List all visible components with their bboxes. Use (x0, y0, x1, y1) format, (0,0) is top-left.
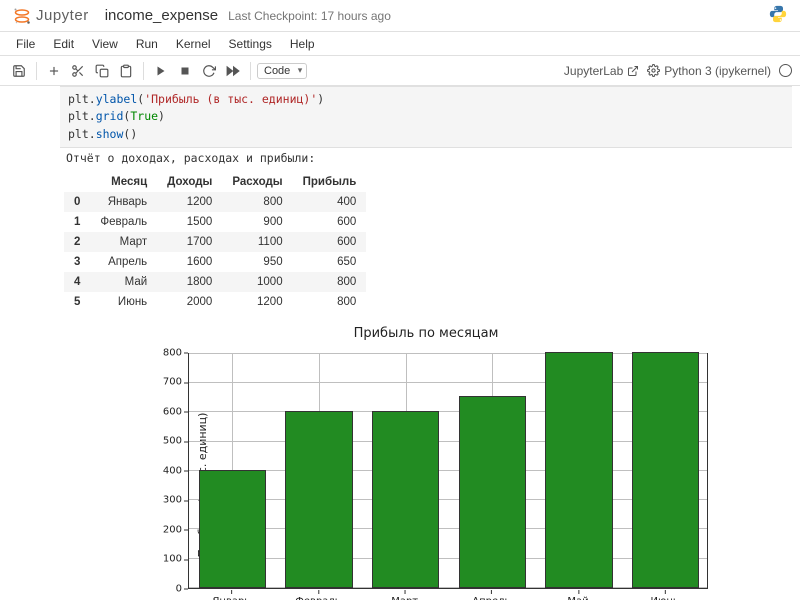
bar (459, 396, 527, 588)
table-header: Доходы (157, 172, 222, 192)
bar (285, 411, 353, 588)
bar (199, 470, 267, 588)
kernel-status-icon[interactable] (779, 64, 792, 77)
bar (545, 352, 613, 588)
copy-icon[interactable] (91, 60, 113, 82)
chart-output: Прибыль по месяцам Прибыль (в тыс. едини… (60, 322, 792, 600)
menu-run[interactable]: Run (128, 35, 166, 53)
run-icon[interactable] (150, 60, 172, 82)
y-tick: 600 (126, 406, 182, 417)
menu-view[interactable]: View (84, 35, 126, 53)
output-stdout: Отчёт о доходах, расходах и прибыли: (60, 148, 792, 168)
table-header: Прибыль (293, 172, 367, 192)
restart-icon[interactable] (198, 60, 220, 82)
bar-chart: Прибыль (в тыс. единиц) Месяц 0100200300… (126, 345, 726, 600)
external-link-icon (627, 65, 639, 77)
header: Jupyter income_expense Last Checkpoint: … (0, 0, 800, 32)
menu-kernel[interactable]: Kernel (168, 35, 219, 53)
x-tick: Январь (212, 596, 250, 600)
table-row: 0Январь1200800400 (64, 192, 366, 212)
python-icon (768, 4, 788, 24)
menu-settings[interactable]: Settings (221, 35, 280, 53)
table-header (64, 172, 90, 192)
gear-icon (647, 64, 660, 77)
x-tick: Март (391, 596, 418, 600)
menu-edit[interactable]: Edit (45, 35, 82, 53)
menu-file[interactable]: File (8, 35, 43, 53)
cut-icon[interactable] (67, 60, 89, 82)
checkpoint-text: Last Checkpoint: 17 hours ago (228, 9, 391, 23)
kernel-name: Python 3 (ipykernel) (664, 64, 771, 78)
table-header: Месяц (90, 172, 157, 192)
y-tick: 400 (126, 465, 182, 476)
code-cell[interactable]: plt.ylabel('Прибыль (в тыс. единиц)') pl… (60, 86, 792, 148)
jupyter-logo[interactable]: Jupyter (12, 6, 89, 26)
y-tick: 800 (126, 347, 182, 358)
y-tick: 200 (126, 524, 182, 535)
table-header: Расходы (222, 172, 292, 192)
table-row: 1Февраль1500900600 (64, 212, 366, 232)
y-tick: 0 (126, 583, 182, 594)
notebook-content[interactable]: plt.ylabel('Прибыль (в тыс. единиц)') pl… (0, 86, 800, 600)
add-cell-icon[interactable] (43, 60, 65, 82)
y-tick: 100 (126, 554, 182, 565)
y-tick: 700 (126, 377, 182, 388)
cell-type-select[interactable]: Code (257, 63, 307, 79)
logo-text: Jupyter (36, 7, 89, 24)
x-tick: Апрель (472, 596, 510, 600)
x-tick: Июнь (650, 596, 678, 600)
paste-icon[interactable] (115, 60, 137, 82)
x-tick: Февраль (295, 596, 340, 600)
open-jupyterlab-link[interactable]: JupyterLab (564, 64, 639, 78)
menubar: File Edit View Run Kernel Settings Help (0, 32, 800, 56)
jupyter-icon (12, 6, 32, 26)
chart-title: Прибыль по месяцам (60, 326, 792, 341)
table-row: 4Май18001000800 (64, 272, 366, 292)
x-tick: Май (567, 596, 588, 600)
dataframe-table: МесяцДоходыРасходыПрибыль 0Январь1200800… (64, 172, 366, 312)
save-icon[interactable] (8, 60, 30, 82)
bar (372, 411, 440, 588)
toolbar: Code JupyterLab Python 3 (ipykernel) (0, 56, 800, 86)
menu-help[interactable]: Help (282, 35, 323, 53)
y-tick: 300 (126, 495, 182, 506)
table-row: 2Март17001100600 (64, 232, 366, 252)
bar (632, 352, 700, 588)
y-tick: 500 (126, 436, 182, 447)
table-row: 5Июнь20001200800 (64, 292, 366, 312)
stop-icon[interactable] (174, 60, 196, 82)
kernel-switcher[interactable]: Python 3 (ipykernel) (647, 64, 771, 78)
table-row: 3Апрель1600950650 (64, 252, 366, 272)
notebook-name[interactable]: income_expense (105, 7, 218, 24)
restart-run-all-icon[interactable] (222, 60, 244, 82)
